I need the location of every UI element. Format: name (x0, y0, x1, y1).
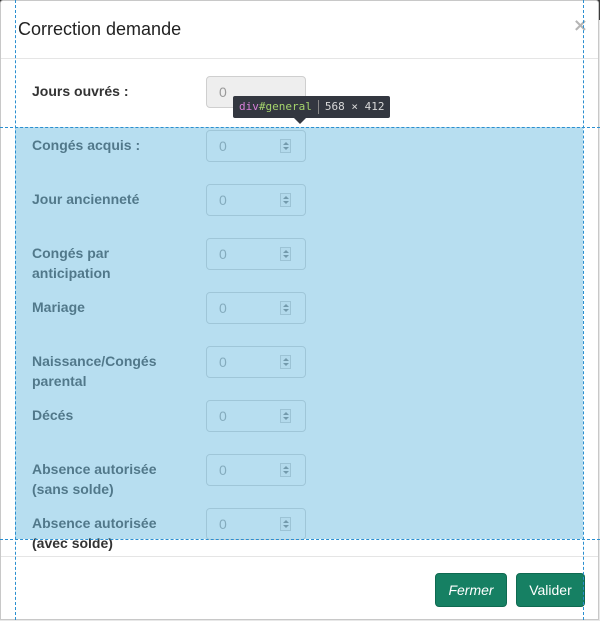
modal-footer: Fermer Valider (1, 556, 598, 621)
chevron-up-icon[interactable] (283, 358, 289, 361)
close-button[interactable]: Fermer (435, 573, 507, 607)
jour-anciennete-input[interactable]: 0 (206, 184, 306, 216)
field-row-naissance: Naissance/Congés parental 0 (1, 343, 598, 397)
devtools-tooltip: div#general 568 × 412 (233, 96, 391, 118)
field-row-conges-acquis: Congés acquis : 0 (1, 127, 598, 181)
field-label: Congés acquis : (32, 137, 141, 153)
chevron-down-icon[interactable] (283, 363, 289, 366)
modal-title: Correction demande (18, 19, 182, 39)
field-value: 0 (219, 408, 227, 424)
close-icon[interactable]: × (573, 15, 588, 36)
chevron-up-icon[interactable] (283, 466, 289, 469)
chevron-down-icon[interactable] (283, 525, 289, 528)
field-value: 0 (219, 462, 227, 478)
number-spinner[interactable] (280, 517, 291, 531)
conges-acquis-input[interactable]: 0 (206, 130, 306, 162)
field-row-jour-anciennete: Jour ancienneté 0 (1, 181, 598, 235)
chevron-down-icon[interactable] (283, 201, 289, 204)
devtools-separator (317, 100, 319, 114)
chevron-down-icon[interactable] (283, 147, 289, 150)
field-row-absence-sans-solde: Absence autorisée (sans solde) 0 (1, 451, 598, 505)
validate-button[interactable]: Valider (516, 573, 585, 607)
field-value: 0 (219, 354, 227, 370)
chevron-down-icon[interactable] (283, 255, 289, 258)
naissance-input[interactable]: 0 (206, 346, 306, 378)
correction-modal: Correction demande × Jours ouvrés : 0 Co… (0, 0, 599, 620)
chevron-down-icon[interactable] (283, 471, 289, 474)
chevron-up-icon[interactable] (283, 196, 289, 199)
field-label: Jour ancienneté (32, 191, 140, 207)
number-spinner[interactable] (280, 193, 291, 207)
field-label: Absence autorisée (avec solde) (32, 515, 157, 551)
mariage-input[interactable]: 0 (206, 292, 306, 324)
field-row-absence-avec-solde: Absence autorisée (avec solde) 0 (1, 505, 598, 559)
chevron-down-icon[interactable] (283, 309, 289, 312)
chevron-up-icon[interactable] (283, 250, 289, 253)
field-value: 0 (219, 84, 227, 100)
field-row-conges-anticipation: Congés par anticipation 0 (1, 235, 598, 289)
devtools-tooltip-arrow (294, 118, 306, 124)
modal-header: Correction demande × (1, 1, 598, 59)
field-value: 0 (219, 246, 227, 262)
field-value: 0 (219, 138, 227, 154)
field-label: Congés par anticipation (32, 245, 111, 281)
field-label: Absence autorisée (sans solde) (32, 461, 157, 497)
field-label: Jours ouvrés : (32, 83, 129, 99)
devtools-size: 568 × 412 (324, 100, 385, 113)
chevron-up-icon[interactable] (283, 304, 289, 307)
field-row-mariage: Mariage 0 (1, 289, 598, 343)
field-value: 0 (219, 516, 227, 532)
conges-anticipation-input[interactable]: 0 (206, 238, 306, 270)
absence-avec-solde-input[interactable]: 0 (206, 508, 306, 540)
field-label: Décés (32, 407, 74, 423)
number-spinner[interactable] (280, 409, 291, 423)
devtools-tag: div (239, 100, 259, 113)
number-spinner[interactable] (280, 139, 291, 153)
devtools-id: #general (258, 100, 312, 113)
field-row-deces: Décés 0 (1, 397, 598, 451)
field-label: Mariage (32, 299, 85, 315)
chevron-up-icon[interactable] (283, 520, 289, 523)
number-spinner[interactable] (280, 301, 291, 315)
deces-input[interactable]: 0 (206, 400, 306, 432)
absence-sans-solde-input[interactable]: 0 (206, 454, 306, 486)
field-label: Naissance/Congés parental (32, 353, 157, 389)
field-value: 0 (219, 192, 227, 208)
chevron-up-icon[interactable] (283, 142, 289, 145)
field-value: 0 (219, 300, 227, 316)
number-spinner[interactable] (280, 463, 291, 477)
number-spinner[interactable] (280, 247, 291, 261)
chevron-up-icon[interactable] (283, 412, 289, 415)
number-spinner[interactable] (280, 355, 291, 369)
chevron-down-icon[interactable] (283, 417, 289, 420)
